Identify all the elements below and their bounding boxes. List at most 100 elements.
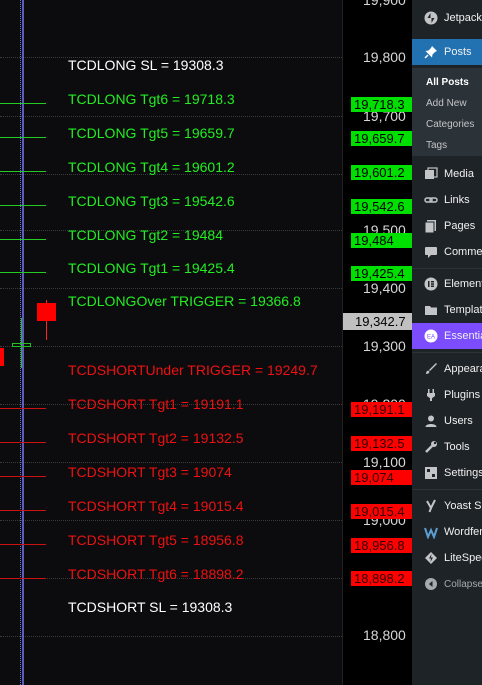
appearance-icon [422, 360, 440, 378]
separator [412, 352, 482, 353]
sidebar-item-appearance[interactable]: Appearance [412, 356, 482, 382]
sidebar-item-templates[interactable]: Templates [412, 297, 482, 323]
level-label-long-tgt1: TCDLONG Tgt1 = 19425.4 [68, 260, 235, 276]
level-line [0, 103, 46, 104]
grid-line [0, 288, 342, 289]
sidebar-item-litespeed-cache[interactable]: LiteSpeed Cache [412, 545, 482, 571]
essential-addons-icon: EA [422, 327, 440, 345]
current-price-value: 19,342.7 [355, 314, 406, 329]
level-line [0, 171, 46, 172]
litespeed-icon [422, 549, 440, 567]
level-label-long-sl: TCDLONG SL = 19308.3 [68, 57, 224, 73]
price-badge: 19,132.5 [351, 436, 412, 451]
sidebar-item-label: Comments [444, 246, 482, 258]
admin-sidebar: Jetpack Posts All Posts Add New Categori… [412, 0, 482, 685]
level-label-long-tgt3: TCDLONG Tgt3 = 19542.6 [68, 193, 235, 209]
sidebar-item-tools[interactable]: Tools [412, 434, 482, 460]
separator [412, 489, 482, 490]
users-icon [422, 412, 440, 430]
candle-doji [12, 343, 31, 347]
sidebar-item-label: Wordfence [444, 526, 482, 538]
sidebar-item-label: Collapse menu [444, 578, 482, 590]
collapse-icon [422, 575, 440, 593]
level-line [0, 205, 46, 206]
sidebar-item-jetpack[interactable]: Jetpack [412, 5, 482, 31]
sidebar-item-posts[interactable]: Posts [412, 39, 482, 65]
submenu-all-posts[interactable]: All Posts [426, 77, 469, 88]
sidebar-item-label: Users [444, 415, 473, 427]
chart-panel[interactable]: TCDLONG SL = 19308.3 TCDLONG Tgt6 = 1971… [0, 0, 342, 685]
price-badge: 18,898.2 [351, 571, 412, 586]
pushpin-icon [422, 43, 440, 61]
sidebar-item-users[interactable]: Users [412, 408, 482, 434]
level-label-short-tgt6: TCDSHORT Tgt6 = 18898.2 [68, 566, 244, 582]
sidebar-item-label: Settings [444, 467, 482, 479]
level-label-short-tgt5: TCDSHORT Tgt5 = 18956.8 [68, 532, 244, 548]
sidebar-item-settings[interactable]: Settings [412, 460, 482, 486]
level-line [0, 408, 46, 409]
jetpack-icon [422, 9, 440, 27]
candle-bearish [0, 348, 4, 366]
submenu-add-new[interactable]: Add New [426, 98, 467, 109]
link-icon [422, 191, 440, 209]
sidebar-item-essential-addons[interactable]: EA Essential Addons [412, 323, 482, 349]
price-badge: 19,425.4 [351, 266, 412, 281]
sidebar-item-label: Plugins [444, 389, 481, 401]
price-badge: 19,191.1 [351, 402, 412, 417]
screen: TCDLONG SL = 19308.3 TCDLONG Tgt6 = 1971… [0, 0, 482, 685]
sidebar-item-label: Yoast SEO [444, 500, 482, 512]
sidebar-item-wordfence[interactable]: Wordfence [412, 519, 482, 545]
sidebar-item-label: Essential Addons [444, 330, 482, 342]
sidebar-item-media[interactable]: Media [412, 161, 482, 187]
submenu-tags[interactable]: Tags [426, 140, 447, 151]
sidebar-item-plugins[interactable]: Plugins [412, 382, 482, 408]
level-label-short-tgt1: TCDSHORT Tgt1 = 19191.1 [68, 396, 244, 412]
plugins-icon [422, 386, 440, 404]
candle-bearish [37, 303, 56, 321]
submenu-categories[interactable]: Categories [426, 119, 474, 130]
price-tick: 19,800 [363, 49, 406, 65]
level-line [0, 510, 46, 511]
price-badge: 18,956.8 [351, 538, 412, 553]
wordfence-icon [422, 523, 440, 541]
price-badge: 19,074 [351, 470, 412, 485]
sidebar-item-label: Tools [444, 441, 470, 453]
templates-icon [422, 301, 440, 319]
sidebar-item-label: Links [444, 194, 470, 206]
collapse-menu-button[interactable]: Collapse menu [412, 571, 482, 597]
sidebar-item-label: Templates [444, 304, 482, 316]
level-label-short-tgt4: TCDSHORT Tgt4 = 19015.4 [68, 498, 244, 514]
grid-line [0, 636, 342, 637]
tools-icon [422, 438, 440, 456]
price-tick: 19,100 [363, 454, 406, 470]
level-label-long-tgt5: TCDLONG Tgt5 = 19659.7 [68, 125, 235, 141]
svg-text:EA: EA [427, 335, 435, 341]
level-label-long-tgt4: TCDLONG Tgt4 = 19601.2 [68, 159, 235, 175]
price-badge: 19,718.3 [351, 97, 412, 112]
price-tick: 19,400 [363, 280, 406, 296]
media-icon [422, 165, 440, 183]
current-price-arrow-icon [343, 313, 344, 330]
level-line [0, 272, 46, 273]
level-label-short-trigger: TCDSHORTUnder TRIGGER = 19249.7 [68, 362, 318, 378]
grid-line [0, 116, 342, 117]
sidebar-item-comments[interactable]: Comments [412, 239, 482, 265]
sidebar-item-elementor[interactable]: Elementor [412, 271, 482, 297]
price-badge: 19,659.7 [351, 131, 412, 146]
pages-icon [422, 217, 440, 235]
price-tick: 19,300 [363, 338, 406, 354]
level-line [0, 578, 46, 579]
price-badge: 19,601.2 [351, 165, 412, 180]
level-line [0, 544, 46, 545]
sidebar-item-links[interactable]: Links [412, 187, 482, 213]
comments-icon [422, 243, 440, 261]
sidebar-item-pages[interactable]: Pages [412, 213, 482, 239]
sidebar-item-label: Posts [444, 46, 472, 58]
price-axis[interactable]: 19,900 19,800 19,700 19,500 19,400 19,30… [342, 0, 412, 685]
sidebar-item-yoast-seo[interactable]: Yoast SEO [412, 493, 482, 519]
settings-icon [422, 464, 440, 482]
sidebar-item-label: Appearance [444, 363, 482, 375]
yoast-icon [422, 497, 440, 515]
sidebar-item-label: Pages [444, 220, 476, 232]
separator [412, 268, 482, 269]
